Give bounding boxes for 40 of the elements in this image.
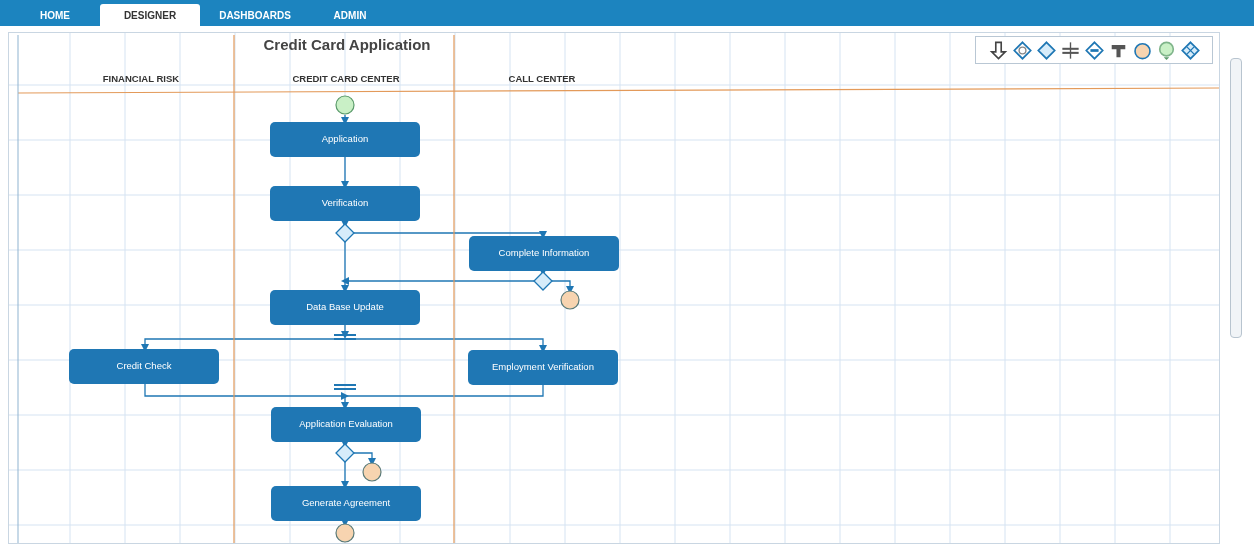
connector-arrow xyxy=(341,461,349,489)
connector-arrow xyxy=(551,280,574,294)
diamond-icon[interactable] xyxy=(1012,40,1032,60)
task-node[interactable]: Verification xyxy=(270,186,420,221)
nav-tab[interactable]: HOME xyxy=(10,4,100,26)
lane-title: CALL CENTER xyxy=(508,73,576,84)
diamond-icon[interactable] xyxy=(1036,40,1056,60)
nav-tab[interactable]: ADMIN xyxy=(310,4,390,26)
end-event[interactable] xyxy=(335,523,355,543)
nav-tab[interactable]: DESIGNER xyxy=(100,4,200,26)
decision-gateway[interactable] xyxy=(335,223,355,243)
task-node[interactable]: Complete Information xyxy=(469,236,619,271)
arrow-down-icon[interactable] xyxy=(988,40,1008,60)
fork-bar[interactable] xyxy=(334,334,356,340)
task-node[interactable]: Credit Check xyxy=(69,349,219,384)
start-event-icon[interactable] xyxy=(1156,40,1176,60)
end-event[interactable] xyxy=(362,462,382,482)
connector-arrow xyxy=(539,268,547,276)
connector-arrow xyxy=(341,156,349,189)
connector-arrow xyxy=(341,114,349,125)
task-node[interactable]: Generate Agreement xyxy=(271,486,421,521)
task-node[interactable]: Data Base Update xyxy=(270,290,420,325)
connector-arrow xyxy=(341,440,349,448)
nav-tab[interactable]: DASHBOARDS xyxy=(200,4,310,26)
connector-arrow xyxy=(341,220,349,228)
diagram-title: Credit Card Application xyxy=(263,36,431,53)
fork-bar-icon[interactable] xyxy=(1060,40,1080,60)
task-node[interactable]: Application Evaluation xyxy=(271,407,421,442)
lane-title: FINANCIAL RISK xyxy=(102,73,180,84)
start-event[interactable] xyxy=(335,95,355,115)
lane-title: CREDIT CARD CENTER xyxy=(292,73,400,84)
end-event[interactable] xyxy=(560,290,580,310)
diamond-icon[interactable] xyxy=(1180,40,1200,60)
fork-bar[interactable] xyxy=(334,384,356,390)
task-node[interactable]: Application xyxy=(270,122,420,157)
task-node[interactable]: Employment Verification xyxy=(468,350,618,385)
connector-arrow xyxy=(353,452,376,466)
end-event-icon[interactable] xyxy=(1132,40,1152,60)
connector-arrow xyxy=(341,519,349,527)
diamond-icon[interactable] xyxy=(1084,40,1104,60)
